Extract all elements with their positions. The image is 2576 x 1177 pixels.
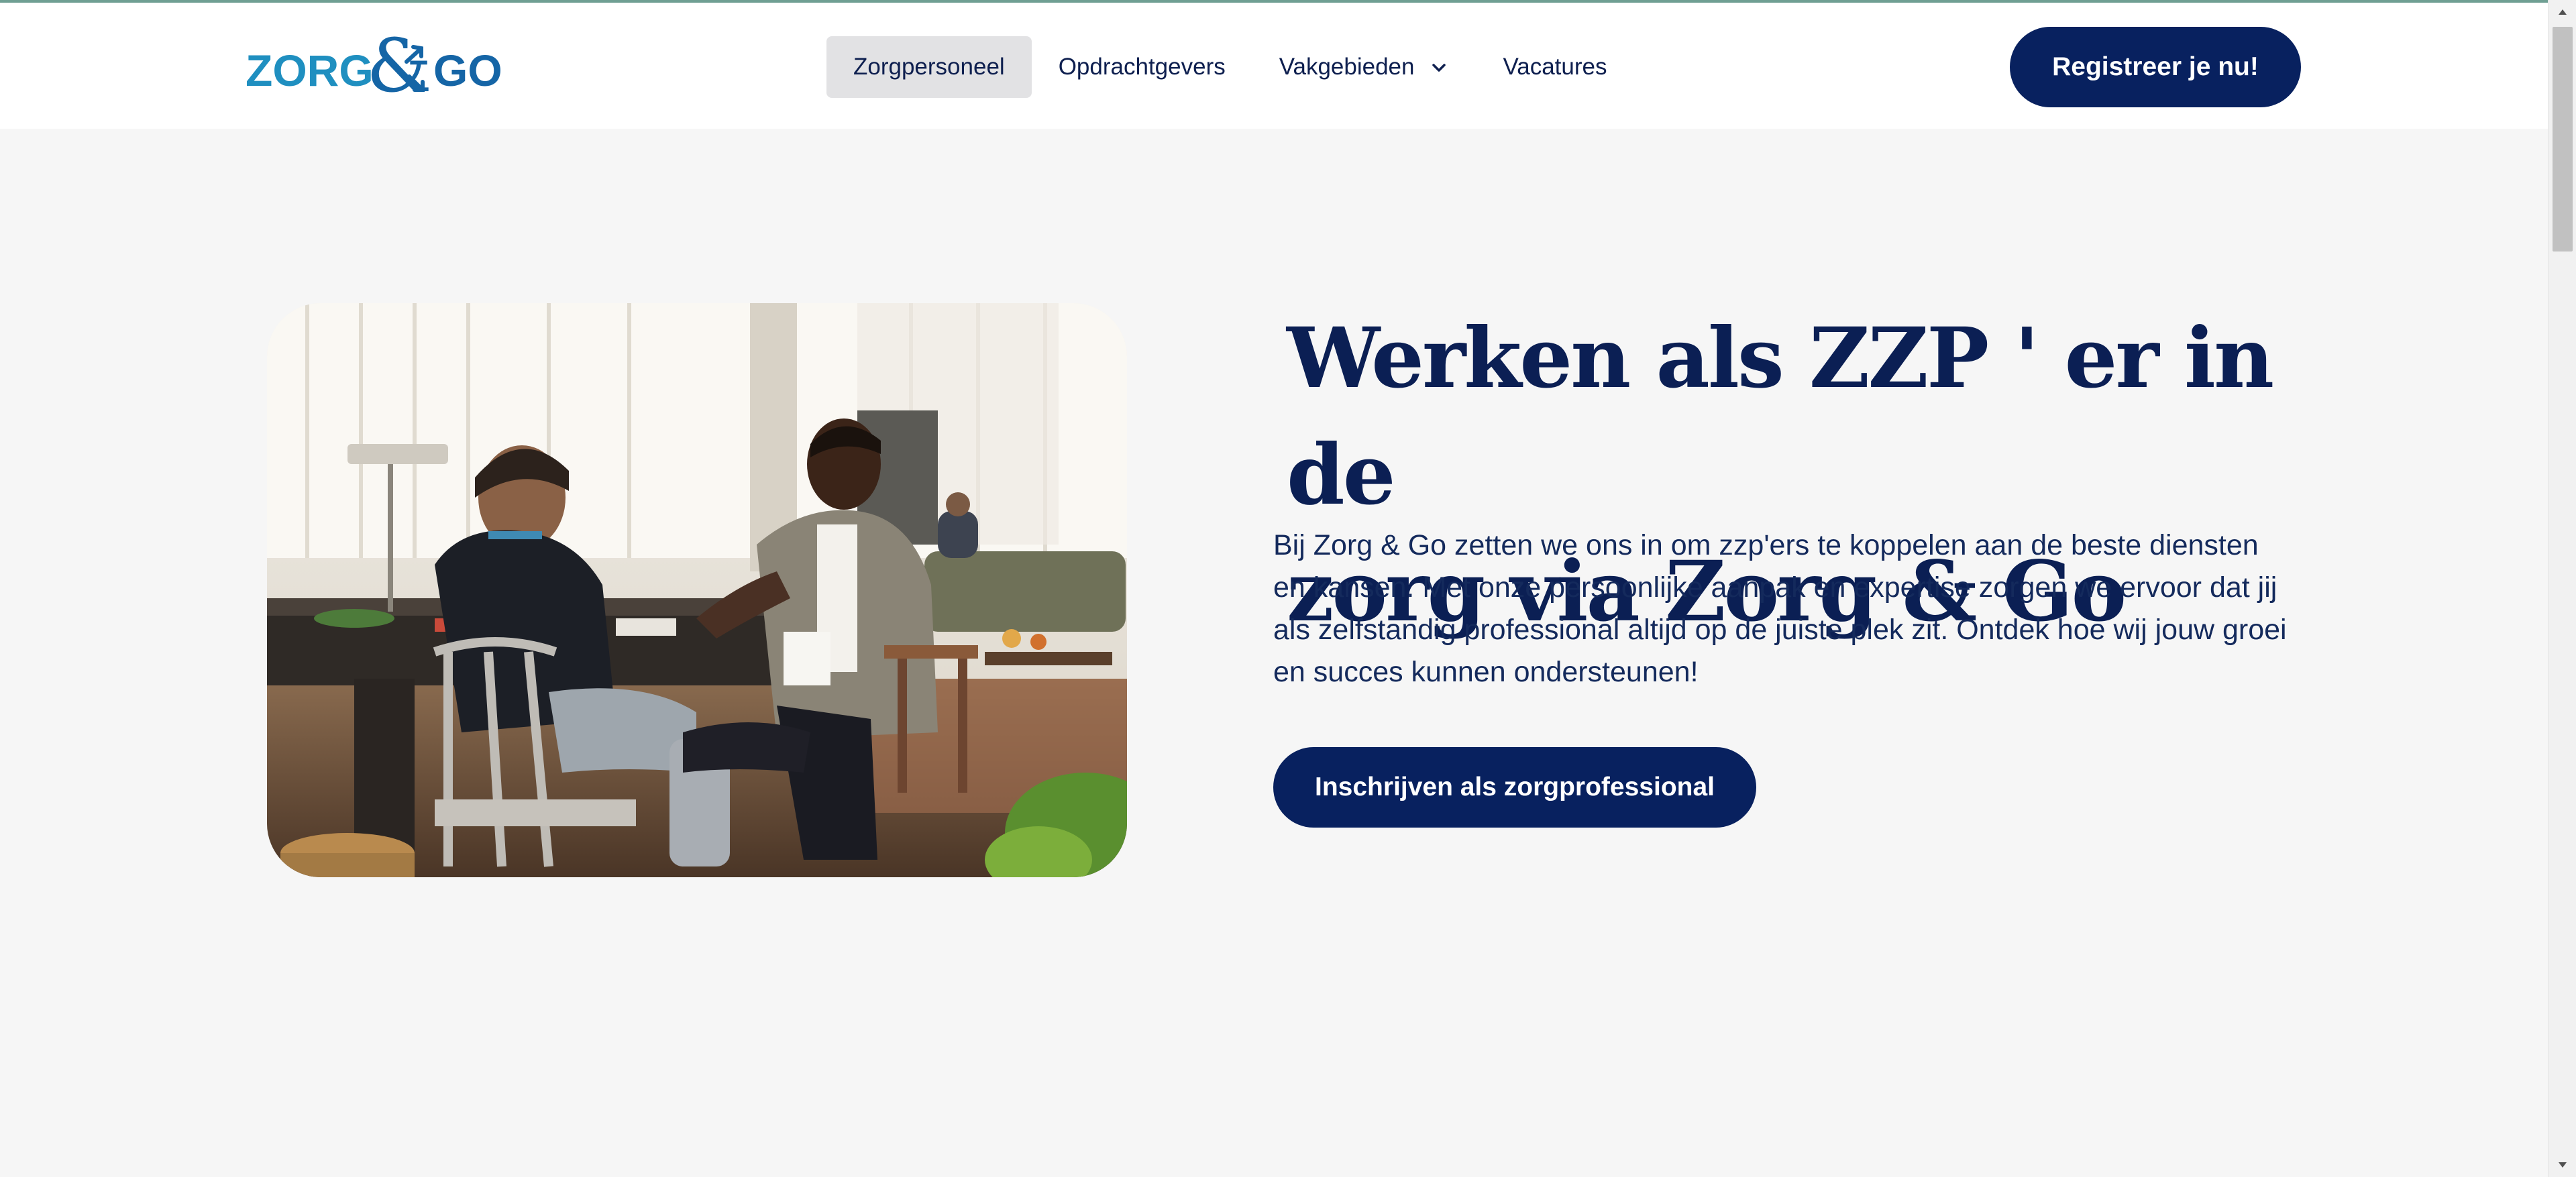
register-button[interactable]: Registreer je nu! (2010, 27, 2301, 107)
office-meeting-photo (267, 303, 1127, 877)
nav-item-label: Opdrachtgevers (1058, 54, 1226, 80)
vertical-scrollbar[interactable] (2548, 0, 2576, 1177)
nav-item-zorgpersoneel[interactable]: Zorgpersoneel (826, 36, 1032, 98)
logo-right-text: GO (433, 46, 502, 95)
zorg-and-go-logo: ZORG & GO (246, 23, 502, 109)
logo-ampersand: & (366, 27, 432, 107)
nav-item-label: Vakgebieden (1279, 54, 1415, 80)
nav-item-vakgebieden[interactable]: Vakgebieden (1252, 36, 1477, 98)
logo-left-text: ZORG (246, 46, 374, 95)
scroll-down-arrow-icon[interactable] (2548, 1153, 2576, 1177)
nav-item-vacatures[interactable]: Vacatures (1476, 36, 1633, 98)
main-navigation: Zorgpersoneel Opdrachtgevers Vakgebieden… (826, 36, 1633, 98)
site-header: ZORG & GO Zorgpersoneel Opdrachtgevers V… (0, 3, 2548, 129)
nav-item-opdrachtgevers[interactable]: Opdrachtgevers (1032, 36, 1252, 98)
scroll-up-arrow-icon[interactable] (2548, 0, 2576, 24)
nav-item-label: Zorgpersoneel (853, 54, 1005, 80)
hero-photo (267, 303, 1127, 877)
signup-professional-button[interactable]: Inschrijven als zorgprofessional (1273, 747, 1756, 828)
hero-title-line-1: Werken als ZZP ' er in de (1287, 310, 2274, 524)
chevron-down-icon (1429, 57, 1449, 77)
scrollbar-thumb[interactable] (2553, 27, 2573, 251)
nav-item-label: Vacatures (1503, 54, 1607, 80)
page: ZORG & GO Zorgpersoneel Opdrachtgevers V… (0, 0, 2576, 1177)
hero-description: Bij Zorg & Go zetten we ons in om zzp'er… (1273, 529, 2287, 688)
logo-link[interactable]: ZORG & GO (246, 23, 507, 109)
